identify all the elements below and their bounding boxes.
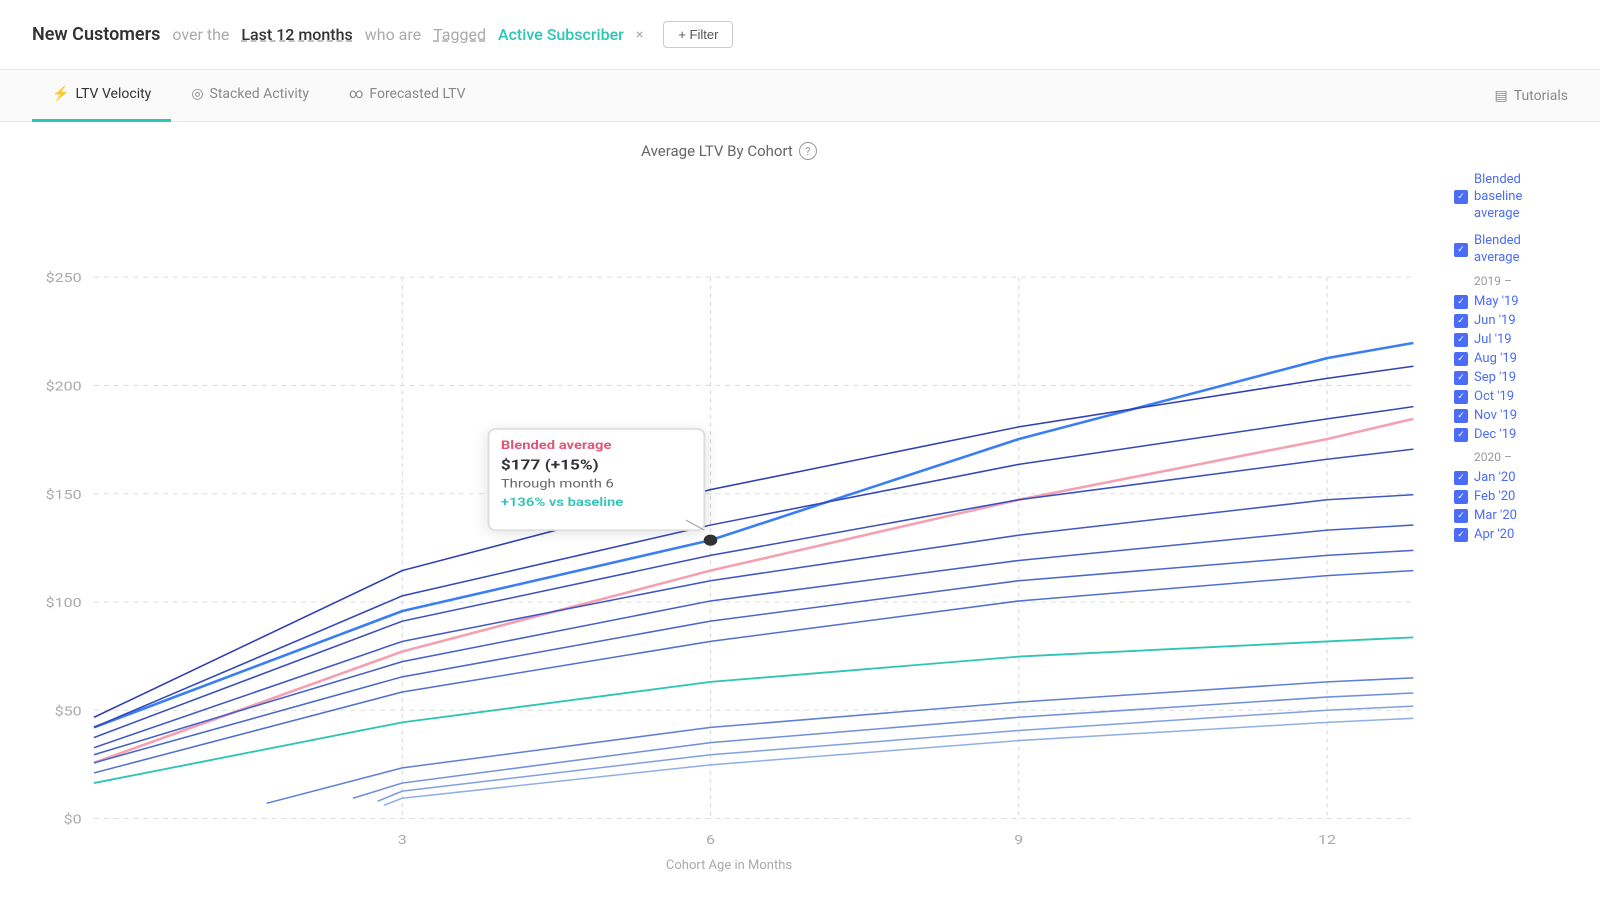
svg-text:$250: $250 — [46, 270, 82, 286]
legend-checkbox-blended-average: ✓ — [1454, 243, 1468, 257]
svg-text:+136% vs baseline: +136% vs baseline — [501, 495, 623, 509]
legend-item-jan-20[interactable]: ✓ Jan '20 — [1454, 470, 1568, 485]
legend-sep-19-label: Sep '19 — [1474, 370, 1516, 385]
svg-text:$200: $200 — [46, 378, 82, 394]
legend-item-nov-19[interactable]: ✓ Nov '19 — [1454, 408, 1568, 423]
legend-item-may-19[interactable]: ✓ May '19 — [1454, 294, 1568, 309]
legend-checkbox-apr-20: ✓ — [1454, 528, 1468, 542]
who-are-text: who are — [365, 25, 421, 44]
svg-text:Through month 6: Through month 6 — [501, 477, 614, 491]
svg-text:$0: $0 — [64, 811, 82, 827]
filter-button[interactable]: + Filter — [663, 21, 733, 48]
legend-jul-19-label: Jul '19 — [1474, 332, 1512, 347]
ltv-velocity-icon: ⚡ — [52, 86, 69, 102]
chart-title: Average LTV By Cohort ? — [20, 142, 1438, 160]
legend-checkbox-oct-19: ✓ — [1454, 390, 1468, 404]
legend-section-2019: 2019 – — [1454, 270, 1568, 290]
legend-item-apr-20[interactable]: ✓ Apr '20 — [1454, 527, 1568, 542]
svg-text:6: 6 — [706, 831, 715, 847]
legend-jan-20-label: Jan '20 — [1474, 470, 1516, 485]
legend-checkbox-blended-baseline: ✓ — [1454, 190, 1468, 204]
tab-forecasted-ltv[interactable]: ∞ Forecasted LTV — [329, 70, 486, 122]
legend-feb-20-label: Feb '20 — [1474, 489, 1515, 504]
legend-item-mar-20[interactable]: ✓ Mar '20 — [1454, 508, 1568, 523]
legend-item-sep-19[interactable]: ✓ Sep '19 — [1454, 370, 1568, 385]
tab-stacked-activity-label: Stacked Activity — [210, 86, 309, 102]
chart-area: Average LTV By Cohort ? .grid-line { str… — [0, 122, 1600, 900]
svg-text:$150: $150 — [46, 486, 82, 502]
legend-aug-19-label: Aug '19 — [1474, 351, 1517, 366]
tutorials-button[interactable]: ▤ Tutorials — [1495, 88, 1568, 104]
tab-forecasted-ltv-label: Forecasted LTV — [369, 86, 465, 102]
legend-dec-19-label: Dec '19 — [1474, 427, 1516, 442]
svg-text:3: 3 — [398, 831, 407, 847]
over-the-text: over the — [172, 25, 229, 44]
legend-nov-19-label: Nov '19 — [1474, 408, 1517, 423]
legend-item-jun-19[interactable]: ✓ Jun '19 — [1454, 313, 1568, 328]
legend-checkbox-jan-20: ✓ — [1454, 471, 1468, 485]
legend-item-blended-baseline[interactable]: ✓ Blendedbaselineaverage — [1454, 172, 1568, 223]
period-label[interactable]: Last 12 months — [241, 25, 352, 44]
legend-checkbox-sep-19: ✓ — [1454, 371, 1468, 385]
legend-item-feb-20[interactable]: ✓ Feb '20 — [1454, 489, 1568, 504]
legend-checkbox-mar-20: ✓ — [1454, 509, 1468, 523]
tabs-bar: ⚡ LTV Velocity ◎ Stacked Activity ∞ Fore… — [0, 70, 1600, 122]
legend-checkbox-dec-19: ✓ — [1454, 428, 1468, 442]
svg-text:Blended average: Blended average — [501, 438, 612, 452]
legend-checkbox-jul-19: ✓ — [1454, 333, 1468, 347]
legend-apr-20-label: Apr '20 — [1474, 527, 1514, 542]
legend-checkbox-may-19: ✓ — [1454, 295, 1468, 309]
chart-help-icon[interactable]: ? — [799, 142, 817, 160]
tag-value[interactable]: Active Subscriber — [498, 25, 624, 44]
legend-checkbox-jun-19: ✓ — [1454, 314, 1468, 328]
legend: ✓ Blendedbaselineaverage ✓ Blendedaverag… — [1438, 142, 1568, 880]
svg-text:$100: $100 — [46, 594, 82, 610]
legend-section-2020: 2020 – — [1454, 446, 1568, 466]
legend-may-19-label: May '19 — [1474, 294, 1519, 309]
tab-stacked-activity[interactable]: ◎ Stacked Activity — [171, 70, 329, 122]
tab-ltv-velocity-label: LTV Velocity — [75, 86, 151, 102]
legend-item-dec-19[interactable]: ✓ Dec '19 — [1454, 427, 1568, 442]
svg-text:$177 (+15%): $177 (+15%) — [501, 456, 599, 473]
tab-ltv-velocity[interactable]: ⚡ LTV Velocity — [32, 70, 171, 122]
svg-text:12: 12 — [1318, 831, 1336, 847]
tutorials-label: Tutorials — [1514, 88, 1568, 104]
legend-jun-19-label: Jun '19 — [1474, 313, 1516, 328]
legend-item-jul-19[interactable]: ✓ Jul '19 — [1454, 332, 1568, 347]
stacked-activity-icon: ◎ — [191, 86, 203, 102]
legend-item-oct-19[interactable]: ✓ Oct '19 — [1454, 389, 1568, 404]
forecasted-ltv-icon: ∞ — [349, 86, 363, 102]
legend-checkbox-aug-19: ✓ — [1454, 352, 1468, 366]
svg-text:$50: $50 — [55, 703, 82, 719]
legend-oct-19-label: Oct '19 — [1474, 389, 1514, 404]
legend-checkbox-feb-20: ✓ — [1454, 490, 1468, 504]
legend-mar-20-label: Mar '20 — [1474, 508, 1517, 523]
legend-checkbox-nov-19: ✓ — [1454, 409, 1468, 423]
new-customers-label: New Customers — [32, 24, 160, 45]
chart-container: .grid-line { stroke: #ddd; stroke-width:… — [20, 176, 1438, 864]
header-bar: New Customers over the Last 12 months wh… — [0, 0, 1600, 70]
legend-item-aug-19[interactable]: ✓ Aug '19 — [1454, 351, 1568, 366]
legend-blended-baseline-label: Blendedbaselineaverage — [1474, 172, 1522, 223]
chart-main: Average LTV By Cohort ? .grid-line { str… — [20, 142, 1438, 880]
tagged-label[interactable]: Tagged — [433, 25, 486, 44]
legend-blended-average-label: Blendedaverage — [1474, 233, 1521, 267]
tag-remove-icon[interactable]: × — [636, 27, 643, 43]
tutorials-icon: ▤ — [1495, 88, 1508, 104]
legend-item-blended-average[interactable]: ✓ Blendedaverage — [1454, 233, 1568, 267]
chart-svg: .grid-line { stroke: #ddd; stroke-width:… — [20, 176, 1438, 864]
svg-text:9: 9 — [1014, 831, 1023, 847]
